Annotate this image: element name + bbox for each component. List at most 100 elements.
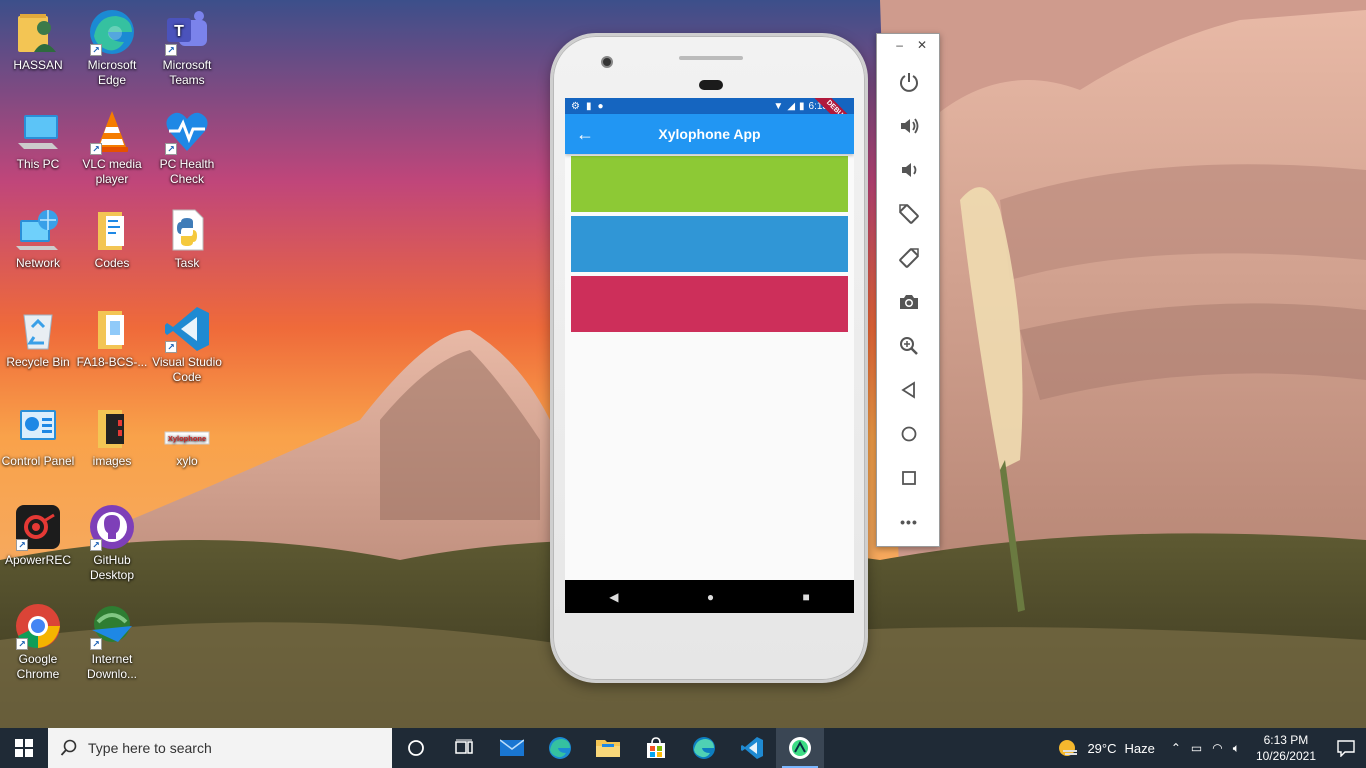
arrow-left-icon[interactable]: ←: [565, 124, 605, 145]
taskbar-search-box[interactable]: Type here to search: [48, 728, 392, 768]
desktop-icon-task[interactable]: Task: [149, 206, 225, 271]
taskbar: Type here to search 29°C Haze ⌃ ▭ ◠ 🔈︎ 6…: [0, 728, 1366, 768]
zoom-button[interactable]: [877, 324, 941, 368]
xylophone-key-green[interactable]: [571, 156, 848, 212]
volume-up-button[interactable]: [877, 104, 941, 148]
volume-down-button[interactable]: [877, 148, 941, 192]
taskbar-file-explorer[interactable]: [584, 728, 632, 768]
desktop-icon-label: FA18-BCS-...: [76, 355, 148, 369]
network-icon: [14, 206, 62, 254]
app-title: Xylophone App: [658, 126, 761, 142]
folder-icon: [88, 305, 136, 353]
clock-time: 6:13 PM: [1263, 733, 1309, 747]
edge-icon: [549, 737, 571, 759]
taskbar-store[interactable]: [632, 728, 680, 768]
desktop-icon-label: Control Panel: [1, 454, 75, 468]
desktop-icon-control-panel[interactable]: Control Panel: [0, 404, 76, 469]
desktop-icon-microsoft-teams[interactable]: T ↗ Microsoft Teams: [149, 8, 225, 88]
desktop-icon-apowerrec[interactable]: ↗ ApowerREC: [0, 503, 76, 568]
xylophone-key-blue[interactable]: [571, 216, 848, 272]
health-check-icon: ↗: [163, 107, 211, 155]
earpiece: [699, 80, 723, 90]
desktop-icon-google-chrome[interactable]: ↗ Google Chrome: [0, 602, 76, 682]
android-studio-icon: [789, 737, 811, 759]
desktop-icon-pc-health-check[interactable]: ↗ PC Health Check: [149, 107, 225, 187]
desktop-icon-github-desktop[interactable]: ↗ GitHub Desktop: [74, 503, 150, 583]
nav-back-button[interactable]: ◀: [609, 590, 618, 604]
speaker-icon[interactable]: 🔈︎: [1233, 741, 1240, 756]
emulator-minimize-button[interactable]: –: [896, 38, 903, 60]
chrome-icon: ↗: [14, 602, 62, 650]
system-tray: 29°C Haze ⌃ ▭ ◠ 🔈︎ 6:13 PM 10/26/2021: [1047, 728, 1366, 768]
camera-icon: [900, 295, 918, 309]
overview-icon: [902, 471, 916, 485]
desktop-icon-fa18-bcs[interactable]: FA18-BCS-...: [74, 305, 150, 370]
desktop-icon-codes[interactable]: Codes: [74, 206, 150, 271]
desktop-icon-microsoft-edge[interactable]: ↗ Microsoft Edge: [74, 8, 150, 88]
taskbar-edge[interactable]: [536, 728, 584, 768]
shortcut-arrow-icon: ↗: [90, 44, 102, 56]
power-button[interactable]: [877, 60, 941, 104]
home-button[interactable]: [877, 412, 941, 456]
wifi-icon[interactable]: ◠: [1212, 741, 1222, 755]
desktop-icon-label: Task: [174, 256, 200, 270]
phone-screen[interactable]: ⚙ ▮ ● ▼ ◢ ▮ 6:13 DEBUG ← Xylophone App: [565, 98, 854, 613]
start-button[interactable]: [0, 728, 48, 768]
user-folder-icon: [14, 8, 62, 56]
desktop-icon-this-pc[interactable]: This PC: [0, 107, 76, 172]
taskbar-clock[interactable]: 6:13 PM 10/26/2021: [1246, 732, 1326, 764]
emulator-close-button[interactable]: ✕: [917, 38, 927, 60]
desktop-icon-images[interactable]: images: [74, 404, 150, 469]
zoom-icon: [900, 337, 918, 355]
taskbar-mail[interactable]: [488, 728, 536, 768]
shortcut-arrow-icon: ↗: [90, 638, 102, 650]
desktop-icon-recycle-bin[interactable]: Recycle Bin: [0, 305, 76, 370]
notification-center-button[interactable]: [1326, 739, 1366, 757]
screenshot-button[interactable]: [877, 280, 941, 324]
xylophone-key-red[interactable]: [571, 276, 848, 332]
wifi-icon: ▼: [773, 100, 784, 112]
more-button[interactable]: •••: [877, 500, 941, 544]
windows-logo-icon: [15, 739, 33, 757]
desktop-icon-xylo[interactable]: Xylophone xylo: [149, 404, 225, 469]
github-icon: ↗: [88, 503, 136, 551]
python-file-icon: [163, 206, 211, 254]
sync-icon: ●: [597, 100, 604, 112]
nav-recents-button[interactable]: ■: [803, 590, 810, 604]
desktop-icon-internet-download-manager[interactable]: ↗ Internet Downlo...: [74, 602, 150, 682]
cortana-button[interactable]: [392, 728, 440, 768]
task-view-icon: [455, 739, 473, 754]
rotate-left-button[interactable]: [877, 192, 941, 236]
taskbar-edge-beta[interactable]: [680, 728, 728, 768]
settings-icon: ⚙: [571, 100, 580, 112]
back-button[interactable]: [877, 368, 941, 412]
android-status-bar: ⚙ ▮ ● ▼ ◢ ▮ 6:13 DEBUG: [565, 98, 854, 144]
rotate-left-icon: [899, 204, 919, 224]
clock-date: 10/26/2021: [1255, 749, 1316, 763]
search-icon: [60, 739, 77, 756]
battery-icon[interactable]: ▭: [1191, 741, 1202, 755]
rotate-right-button[interactable]: [877, 236, 941, 280]
recycle-bin-icon: [14, 305, 62, 353]
desktop-icon-label: Google Chrome: [16, 652, 60, 681]
desktop-icon-label: This PC: [16, 157, 60, 171]
edge-icon: [693, 737, 715, 759]
desktop-icon-network[interactable]: Network: [0, 206, 76, 271]
taskbar-android-studio[interactable]: [776, 728, 824, 768]
desktop-icon-vscode[interactable]: ↗ Visual Studio Code: [149, 305, 225, 385]
desktop-icon-vlc[interactable]: ↗ VLC media player: [74, 107, 150, 187]
top-bezel-line: [679, 56, 743, 60]
chevron-up-icon[interactable]: ⌃: [1171, 741, 1181, 755]
overview-button[interactable]: [877, 456, 941, 500]
taskbar-vscode[interactable]: [728, 728, 776, 768]
shortcut-arrow-icon: ↗: [90, 143, 102, 155]
weather-condition: Haze: [1124, 740, 1155, 756]
desktop-icon-label: Visual Studio Code: [152, 355, 222, 384]
task-view-button[interactable]: [440, 728, 488, 768]
android-nav-bar: ◀ ● ■: [565, 580, 854, 613]
folder-icon: [88, 206, 136, 254]
desktop-icon-user-folder[interactable]: HASSAN: [0, 8, 76, 73]
weather-widget[interactable]: 29°C Haze: [1047, 737, 1164, 759]
nav-home-button[interactable]: ●: [707, 590, 714, 604]
vscode-icon: [741, 737, 763, 759]
